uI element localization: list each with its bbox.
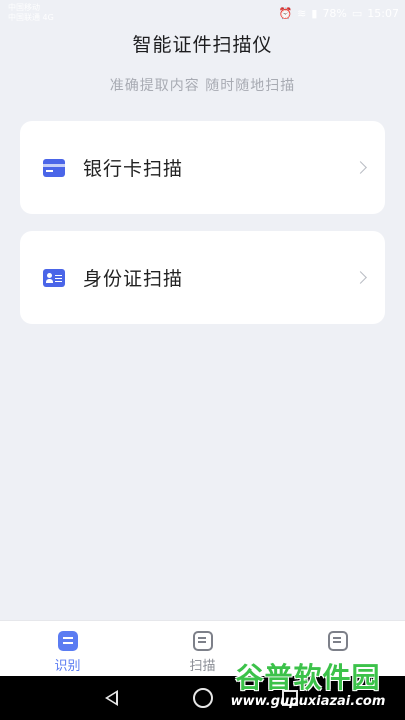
tab-recognize-label: 识别: [54, 659, 81, 674]
carrier-info: 中国移动 中国联通 4G: [8, 3, 54, 23]
third-tab-icon: [327, 631, 348, 651]
status-bar: 中国移动 中国联通 4G ⏰ ≋ ▮ 78% ▭ 15:07: [0, 0, 405, 26]
alarm-icon: ⏰: [278, 7, 293, 20]
battery-level: 78%: [322, 7, 347, 20]
id-card-scan-button[interactable]: 身份证扫描: [20, 231, 385, 324]
bank-card-scan-button[interactable]: 银行卡扫描: [20, 121, 385, 214]
home-icon[interactable]: [193, 688, 213, 708]
tab-scan-label: 扫描: [189, 659, 216, 674]
wifi-icon: ≋: [297, 7, 307, 20]
page-title: 智能证件扫描仪: [132, 34, 273, 56]
battery-icon: ▭: [351, 7, 363, 20]
watermark-logo: 谷普软件园: [235, 661, 381, 694]
chevron-right-icon: [354, 271, 367, 284]
bank-card-scan-label: 银行卡扫描: [83, 158, 184, 180]
id-card-icon: [43, 268, 65, 287]
watermark-url: www.gupuxiazai.com: [230, 694, 386, 709]
carrier-line-2: 中国联通 4G: [8, 13, 54, 22]
bank-card-icon: [43, 158, 65, 177]
recognize-tab-icon: [57, 631, 78, 651]
clock: 15:07: [367, 7, 399, 20]
status-icons: ⏰ ≋ ▮ 78% ▭ 15:07: [278, 7, 399, 20]
id-card-scan-label: 身份证扫描: [83, 268, 184, 290]
carrier-line-1: 中国移动: [8, 3, 40, 12]
page-subtitle: 准确提取内容 随时随地扫描: [109, 78, 296, 94]
chevron-right-icon: [354, 161, 367, 174]
page-header: 智能证件扫描仪 准确提取内容 随时随地扫描: [0, 26, 405, 95]
signal-icon: ▮: [311, 7, 318, 20]
tab-recognize[interactable]: 识别: [0, 621, 135, 676]
watermark: 谷普软件园 www.gupuxiazai.com: [217, 662, 399, 718]
scan-tab-icon: [192, 631, 213, 651]
